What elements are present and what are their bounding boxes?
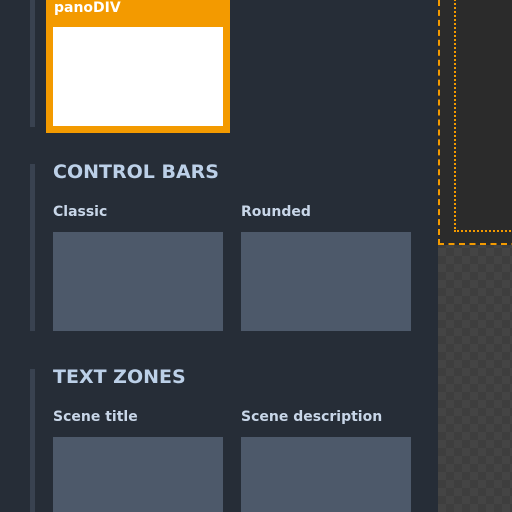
section-indicator-control-bars [30,164,35,331]
safe-area-guide [454,0,512,232]
section-title-control-bars: CONTROL BARS [53,161,219,183]
text-zone-scene-title-label: Scene title [53,409,138,425]
section-indicator-panodiv [30,0,35,127]
text-zone-scene-description-label: Scene description [241,409,383,425]
control-bar-rounded-tile[interactable] [241,232,411,331]
control-bar-rounded-label: Rounded [241,204,311,220]
text-zone-scene-description-tile[interactable] [241,437,411,512]
editor-stage[interactable] [438,0,512,512]
text-zone-scene-title-tile[interactable] [53,437,223,512]
components-palette: panoDIV CONTROL BARS Classic Rounded TEX… [0,0,438,512]
control-bar-classic-label: Classic [53,204,108,220]
panodiv-label: panoDIV [54,0,121,16]
section-title-text-zones: TEXT ZONES [53,366,186,388]
app-root: panoDIV CONTROL BARS Classic Rounded TEX… [0,0,512,512]
panodiv-card[interactable]: panoDIV [46,0,230,133]
control-bar-classic-tile[interactable] [53,232,223,331]
section-indicator-text-zones [30,369,35,512]
selected-panodiv-frame[interactable] [438,0,512,245]
panodiv-preview [53,27,223,126]
